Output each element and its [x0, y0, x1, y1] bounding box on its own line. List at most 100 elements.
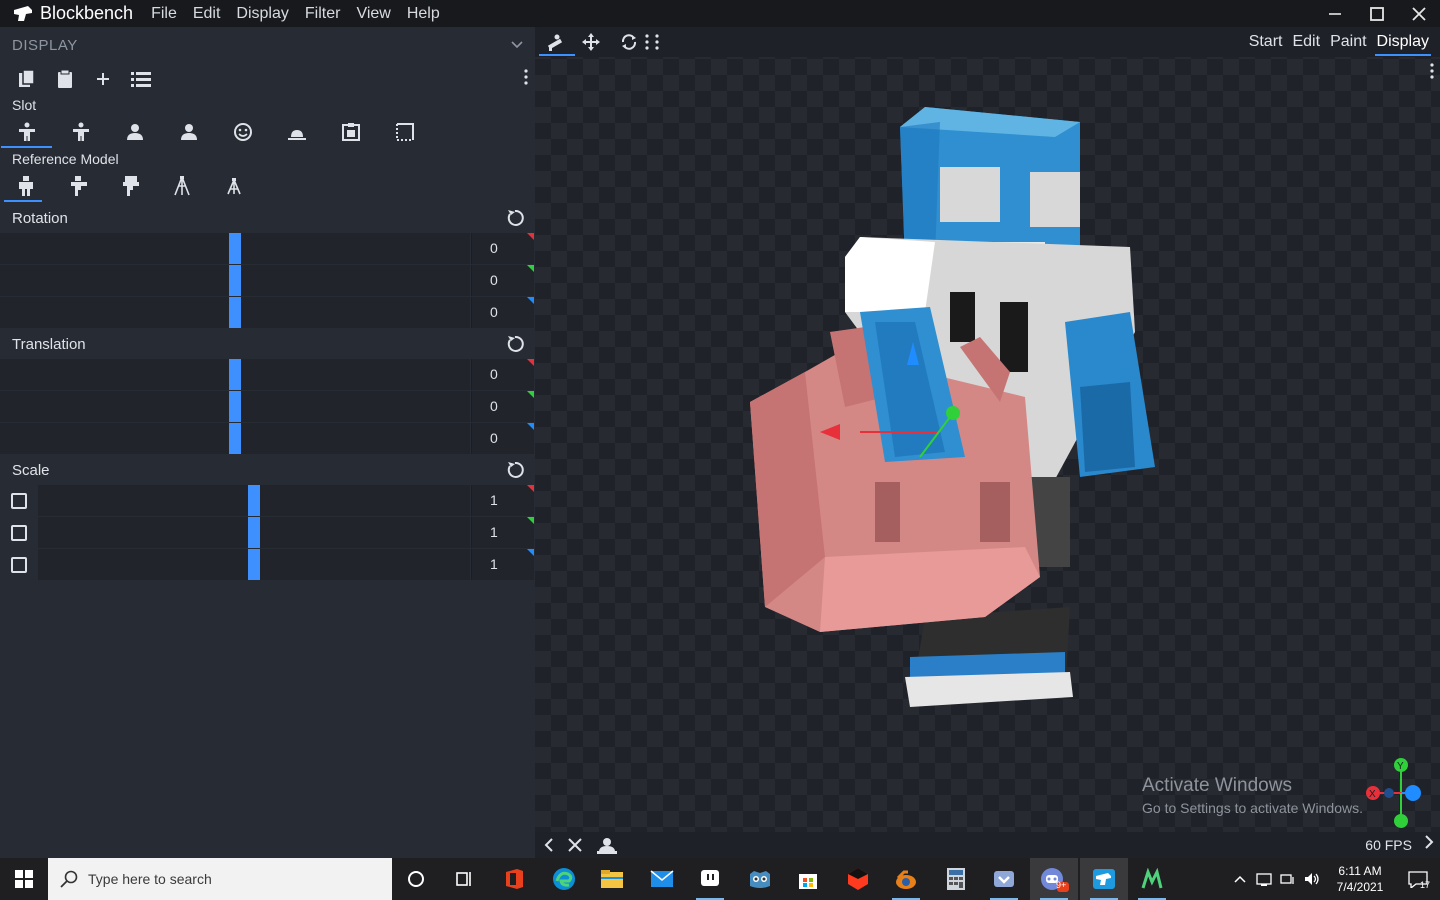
- slider-thumb[interactable]: [229, 233, 241, 264]
- translation-z-input[interactable]: 0: [471, 423, 534, 454]
- minimize-button[interactable]: [1314, 0, 1356, 27]
- wifi-tray-icon[interactable]: [1276, 858, 1300, 900]
- copy-icon[interactable]: [8, 63, 46, 95]
- axis-gizmo[interactable]: Y X: [1363, 755, 1435, 831]
- scale-z-input[interactable]: 1: [471, 549, 534, 580]
- close-button[interactable]: [1398, 0, 1440, 27]
- file-explorer-icon[interactable]: [588, 858, 636, 900]
- office-app-icon[interactable]: [490, 858, 538, 900]
- scale-x-slider[interactable]: [38, 485, 470, 516]
- mode-start-tab[interactable]: Start: [1244, 27, 1288, 57]
- discord-app-icon[interactable]: 9+: [1030, 858, 1078, 900]
- list-icon[interactable]: [122, 63, 160, 95]
- blockbench-app-icon[interactable]: [1080, 858, 1128, 900]
- close-icon[interactable]: [561, 832, 589, 858]
- network-tray-icon[interactable]: [1252, 858, 1276, 900]
- menu-filter[interactable]: Filter: [297, 0, 349, 27]
- mirror-y-checkbox[interactable]: [0, 517, 38, 548]
- pose-tool-icon[interactable]: [537, 27, 575, 57]
- reset-translation-icon[interactable]: [505, 334, 525, 354]
- mirror-x-checkbox[interactable]: [0, 485, 38, 516]
- menu-file[interactable]: File: [143, 0, 185, 27]
- volume-icon[interactable]: [1300, 858, 1324, 900]
- mode-edit-tab[interactable]: Edit: [1287, 27, 1325, 57]
- blender-app-icon[interactable]: [882, 858, 930, 900]
- chevron-right-icon[interactable]: [1424, 832, 1434, 858]
- reset-rotation-icon[interactable]: [505, 208, 525, 228]
- mirror-z-checkbox[interactable]: [0, 549, 38, 580]
- slider-thumb[interactable]: [229, 391, 241, 422]
- menu-edit[interactable]: Edit: [185, 0, 229, 27]
- store-app-icon[interactable]: [784, 858, 832, 900]
- add-icon[interactable]: [84, 63, 122, 95]
- twitch-app-icon[interactable]: [686, 858, 734, 900]
- translation-z-slider[interactable]: [0, 423, 470, 454]
- task-view-icon[interactable]: [440, 858, 488, 900]
- paint-app-icon[interactable]: [980, 858, 1028, 900]
- rotation-z-slider[interactable]: [0, 297, 470, 328]
- slider-thumb[interactable]: [229, 265, 241, 296]
- reference-player-icon[interactable]: [0, 169, 52, 203]
- maximize-button[interactable]: [1356, 0, 1398, 27]
- edge-browser-icon[interactable]: [540, 858, 588, 900]
- slot-thirdperson-right-icon[interactable]: [0, 115, 54, 149]
- rotation-y-input[interactable]: 0: [471, 265, 534, 296]
- more-options-icon[interactable]: [521, 69, 531, 90]
- scale-y-input[interactable]: 1: [471, 517, 534, 548]
- rotation-z-input[interactable]: 0: [471, 297, 534, 328]
- clock[interactable]: 6:11 AM 7/4/2021: [1324, 863, 1396, 895]
- menu-view[interactable]: View: [348, 0, 398, 27]
- slider-thumb[interactable]: [248, 517, 260, 548]
- slider-thumb[interactable]: [248, 549, 260, 580]
- translation-y-slider[interactable]: [0, 391, 470, 422]
- scale-z-slider[interactable]: [38, 549, 470, 580]
- panel-header[interactable]: DISPLAY: [0, 27, 535, 63]
- taskbar-search[interactable]: Type here to search: [48, 858, 392, 900]
- scale-x-input[interactable]: 1: [471, 485, 534, 516]
- slot-gui-icon[interactable]: [378, 115, 432, 149]
- chevron-left-icon[interactable]: [535, 832, 563, 858]
- reference-frame-icon[interactable]: [156, 169, 208, 203]
- cortana-icon[interactable]: [392, 858, 440, 900]
- slot-ground-icon[interactable]: [270, 115, 324, 149]
- slot-head-icon[interactable]: [216, 115, 270, 149]
- calculator-app-icon[interactable]: [932, 858, 980, 900]
- mode-paint-tab[interactable]: Paint: [1325, 27, 1371, 57]
- godot-app-icon[interactable]: [736, 858, 784, 900]
- minecraft-tool-icon[interactable]: [1128, 858, 1176, 900]
- paste-icon[interactable]: [46, 63, 84, 95]
- rotation-x-input[interactable]: 0: [471, 233, 534, 264]
- slot-firstperson-left-icon[interactable]: [162, 115, 216, 149]
- chevron-down-icon[interactable]: [511, 37, 523, 52]
- slider-thumb[interactable]: [248, 485, 260, 516]
- reference-armor-stand-icon[interactable]: [104, 169, 156, 203]
- mode-display-tab[interactable]: Display: [1372, 27, 1434, 57]
- menu-display[interactable]: Display: [228, 0, 296, 27]
- rotation-y-slider[interactable]: [0, 265, 470, 296]
- slider-thumb[interactable]: [229, 423, 241, 454]
- 3d-viewport[interactable]: Start Edit Paint Display Activate Window…: [535, 27, 1440, 858]
- character-model[interactable]: [735, 97, 1175, 717]
- reference-crossbow-icon[interactable]: [208, 169, 260, 203]
- move-tool-icon[interactable]: [573, 27, 609, 57]
- menu-help[interactable]: Help: [399, 0, 448, 27]
- ground-preview-icon[interactable]: [593, 832, 621, 858]
- viewport-options-icon[interactable]: [1430, 63, 1434, 84]
- notification-center-icon[interactable]: 17: [1396, 858, 1440, 900]
- slider-thumb[interactable]: [229, 359, 241, 390]
- mail-app-icon[interactable]: [638, 858, 686, 900]
- scale-y-slider[interactable]: [38, 517, 470, 548]
- roblox-app-icon[interactable]: [834, 858, 882, 900]
- rotation-x-slider[interactable]: [0, 233, 470, 264]
- slider-thumb[interactable]: [229, 297, 241, 328]
- translation-x-slider[interactable]: [0, 359, 470, 390]
- slot-thirdperson-left-icon[interactable]: [54, 115, 108, 149]
- chevron-up-icon[interactable]: [1228, 858, 1252, 900]
- slot-fixed-icon[interactable]: [324, 115, 378, 149]
- slot-firstperson-right-icon[interactable]: [108, 115, 162, 149]
- more-tools-icon[interactable]: [641, 27, 665, 57]
- reference-zombie-icon[interactable]: [52, 169, 104, 203]
- translation-y-input[interactable]: 0: [471, 391, 534, 422]
- translation-x-input[interactable]: 0: [471, 359, 534, 390]
- start-button[interactable]: [0, 858, 48, 900]
